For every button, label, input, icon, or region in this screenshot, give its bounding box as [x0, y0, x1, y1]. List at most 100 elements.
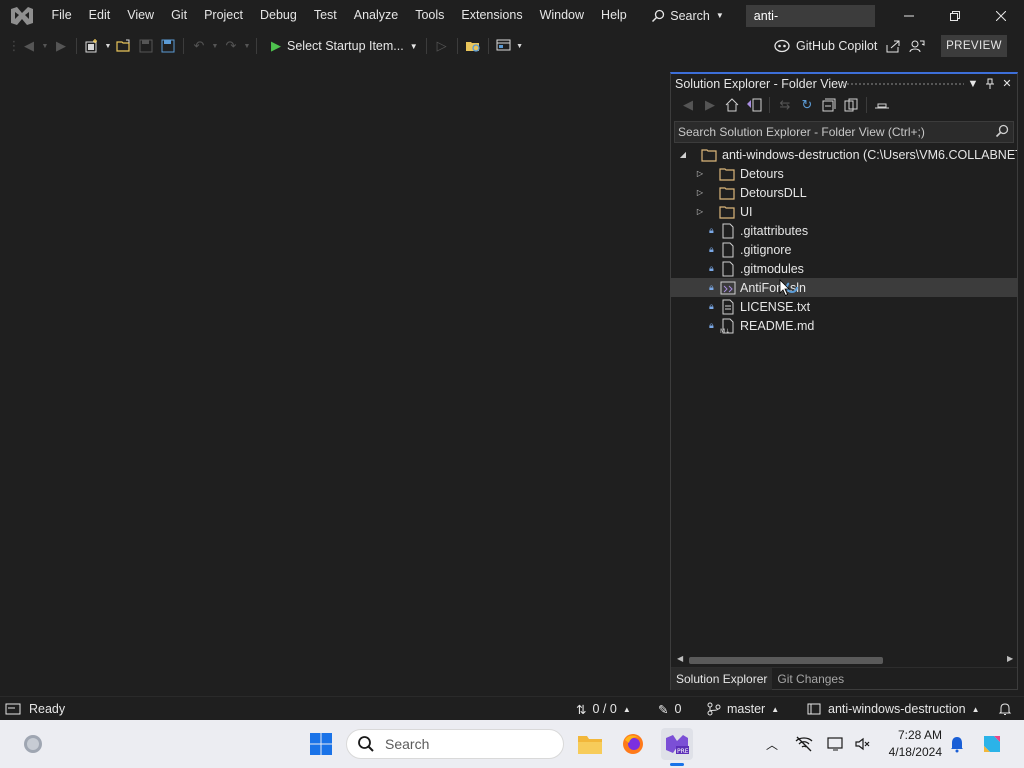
title-bar: File Edit View Git Project Debug Test An… — [0, 0, 1024, 45]
close-window-button[interactable] — [978, 0, 1024, 31]
tree-file-license[interactable]: 🔒︎ LICENSE.txt — [671, 297, 1017, 316]
tab-git-changes[interactable]: Git Changes — [772, 668, 849, 690]
feature-search-button[interactable]: Search ▼ — [645, 4, 730, 28]
solution-name-badge[interactable]: anti-wind...estruction — [745, 4, 875, 45]
scroll-left-icon[interactable]: ◀ — [677, 654, 683, 663]
taskbar-search-box[interactable]: Search — [346, 729, 564, 759]
tab-solution-explorer[interactable]: Solution Explorer — [671, 667, 773, 690]
menu-help[interactable]: Help — [593, 0, 636, 31]
scroll-right-icon[interactable]: ▶ — [1007, 654, 1013, 663]
chevron-down-icon[interactable]: ▼ — [516, 36, 524, 56]
start-without-debugging-icon[interactable]: ▷ — [432, 36, 452, 56]
branch-selector[interactable]: master ▲ — [707, 697, 779, 721]
windows-taskbar: Search PRE ︿ 7:28 AM 4/18/2024 — [0, 720, 1024, 768]
drag-handle[interactable] — [842, 82, 964, 86]
save-all-icon[interactable] — [158, 36, 178, 56]
firefox-icon[interactable] — [618, 728, 648, 760]
preview-button[interactable]: PREVIEW — [941, 35, 1007, 57]
forward-icon[interactable]: ▶ — [700, 95, 720, 115]
navigate-forward-icon[interactable]: ▶ — [51, 36, 71, 56]
search-icon[interactable] — [995, 124, 1009, 138]
folder-label: UI — [740, 204, 753, 219]
tree-root-folder[interactable]: ◢ anti-windows-destruction (C:\Users\VM6… — [671, 145, 1017, 164]
close-panel-icon[interactable]: ✕ — [999, 74, 1015, 93]
expand-arrow-icon[interactable]: ▷ — [695, 188, 705, 198]
chevron-down-icon[interactable]: ▼ — [211, 36, 219, 56]
tree-file-readme[interactable]: 🔒︎ M↓ README.md — [671, 316, 1017, 335]
github-copilot-button[interactable]: GitHub Copilot — [773, 35, 877, 57]
show-all-files-icon[interactable] — [841, 95, 861, 115]
switch-views-icon[interactable] — [744, 95, 764, 115]
chevron-up-icon[interactable]: ︿ — [762, 728, 782, 760]
toolbar-grip-icon: ⋮ — [7, 38, 21, 53]
new-project-icon[interactable] — [82, 36, 102, 56]
menu-file[interactable]: File — [43, 0, 80, 31]
tree-folder-ui[interactable]: ▷ UI — [671, 202, 1017, 221]
menu-view[interactable]: View — [119, 0, 163, 31]
sync-status[interactable]: ⇅ 0 / 0 ▲ — [576, 697, 631, 721]
menu-window[interactable]: Window — [531, 0, 592, 31]
refresh-icon[interactable]: ↻ — [797, 95, 817, 115]
visual-studio-preview-icon[interactable]: PRE — [661, 728, 693, 760]
undo-icon[interactable]: ↶ — [189, 36, 209, 56]
tree-folder-detours[interactable]: ▷ Detours — [671, 164, 1017, 183]
chevron-up-icon: ▲ — [771, 704, 780, 714]
collapse-all-icon[interactable] — [819, 95, 839, 115]
menu-extensions[interactable]: Extensions — [453, 0, 531, 31]
menu-analyze[interactable]: Analyze — [345, 0, 406, 31]
repository-selector[interactable]: anti-windows-destruction ▲ — [807, 697, 979, 721]
navigate-back-icon[interactable]: ◀ — [19, 36, 39, 56]
properties-icon[interactable] — [872, 95, 892, 115]
save-icon[interactable] — [136, 36, 156, 56]
notifications-icon[interactable] — [998, 697, 1012, 721]
chevron-down-icon[interactable]: ▼ — [243, 36, 251, 56]
open-folder-icon[interactable] — [114, 36, 134, 56]
system-clock[interactable]: 7:28 AM 4/18/2024 — [880, 727, 942, 761]
collapse-arrow-icon[interactable]: ◢ — [678, 150, 688, 160]
menu-git[interactable]: Git — [163, 0, 196, 31]
weather-widget-icon[interactable] — [20, 728, 46, 760]
pending-changes[interactable]: ✎ 0 — [658, 697, 681, 721]
chevron-down-icon[interactable]: ▼ — [41, 36, 49, 56]
layout-icon[interactable] — [494, 36, 514, 56]
menu-edit[interactable]: Edit — [80, 0, 119, 31]
back-icon[interactable]: ◀ — [678, 95, 698, 115]
visual-studio-logo-icon[interactable] — [9, 5, 35, 27]
tree-file-antifork-sln[interactable]: 🔒︎ AntiFork.sln — [671, 278, 1017, 297]
standard-toolbar: ⋮ ◀ ▼ ▶ ▼ ↶ ▼ ↷ ▼ ▶ Select Startup Item.… — [0, 31, 1024, 61]
chevron-down-icon[interactable]: ▼ — [104, 36, 112, 56]
start-debugging-button[interactable]: ▶ Select Startup Item... ▼ — [267, 35, 422, 57]
menu-test[interactable]: Test — [305, 0, 345, 31]
expand-arrow-icon[interactable]: ▷ — [695, 207, 705, 217]
feedback-icon[interactable] — [907, 36, 927, 56]
file-explorer-icon[interactable] — [575, 728, 605, 760]
windows-start-icon[interactable] — [306, 728, 336, 760]
share-icon[interactable] — [883, 36, 903, 56]
text-file-icon — [722, 299, 734, 314]
browse-folder-icon[interactable] — [463, 36, 483, 56]
minimize-button[interactable] — [886, 0, 932, 31]
window-position-dropdown-icon[interactable]: ▼ — [965, 74, 981, 93]
tree-file-gitignore[interactable]: 🔒︎ .gitignore — [671, 240, 1017, 259]
display-icon[interactable] — [825, 728, 847, 760]
solution-search-input[interactable] — [678, 125, 988, 139]
network-icon[interactable] — [793, 728, 815, 760]
home-icon[interactable] — [722, 95, 742, 115]
menu-tools[interactable]: Tools — [407, 0, 453, 31]
copilot-taskbar-icon[interactable] — [978, 728, 1006, 760]
pin-icon[interactable] — [982, 74, 998, 93]
menu-debug[interactable]: Debug — [251, 0, 305, 31]
restore-button[interactable] — [932, 0, 978, 31]
tree-file-gitmodules[interactable]: 🔒︎ .gitmodules — [671, 259, 1017, 278]
notification-bell-icon[interactable] — [946, 728, 968, 760]
expand-arrow-icon[interactable]: ▷ — [695, 169, 705, 179]
volume-muted-icon[interactable] — [852, 728, 874, 760]
sync-with-document-icon[interactable]: ⇆ — [775, 95, 795, 115]
scrollbar-thumb[interactable] — [689, 657, 883, 664]
solution-explorer-search[interactable] — [674, 121, 1014, 143]
redo-icon[interactable]: ↷ — [221, 36, 241, 56]
tree-file-gitattributes[interactable]: 🔒︎ .gitattributes — [671, 221, 1017, 240]
menu-project[interactable]: Project — [196, 0, 252, 31]
horizontal-scrollbar[interactable]: ◀ ▶ — [675, 654, 1015, 666]
tree-folder-detoursdll[interactable]: ▷ DetoursDLL — [671, 183, 1017, 202]
